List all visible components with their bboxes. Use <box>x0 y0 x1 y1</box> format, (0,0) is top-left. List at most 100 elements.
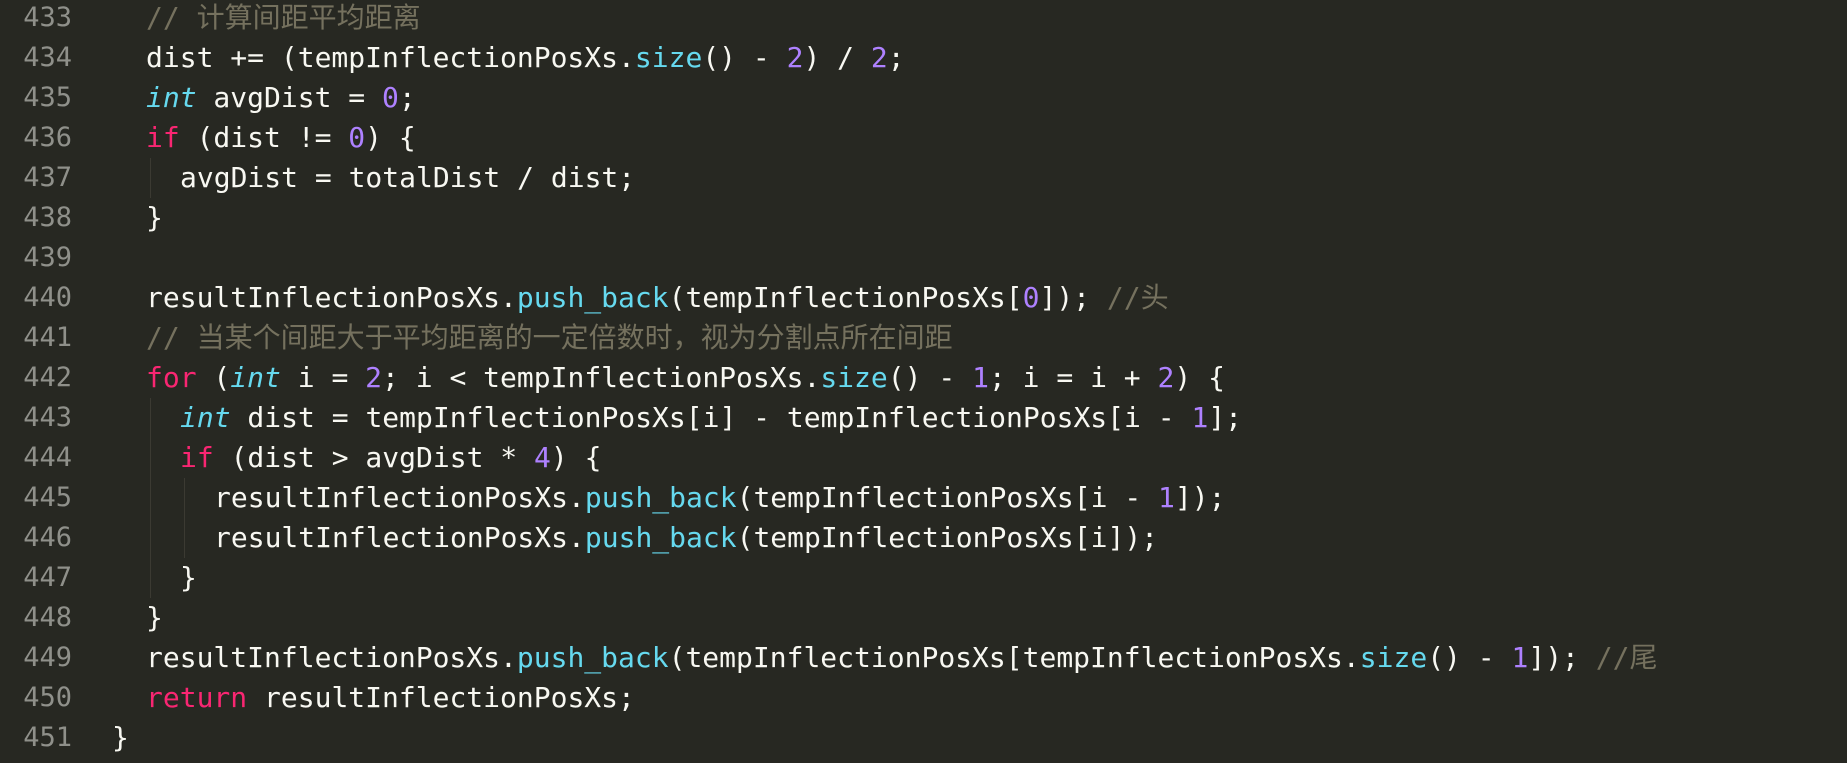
token-comment: //尾 <box>1595 641 1658 674</box>
code-text: int dist = tempInflectionPosXs[i] - temp… <box>180 398 1242 438</box>
token-number: 1 <box>1191 401 1209 434</box>
indent-guide <box>150 478 151 518</box>
token-func: push_back <box>516 641 669 674</box>
indent-guide <box>150 438 151 478</box>
token-plain: } <box>112 721 129 754</box>
code-line[interactable]: 435 int avgDist = 0; <box>0 78 1847 118</box>
indent-guide <box>184 478 185 518</box>
line-number: 444 <box>23 442 72 473</box>
code-text: } <box>112 718 129 758</box>
code-editor[interactable]: 433 // 计算间距平均距离 434 dist += (tempInflection… <box>0 0 1847 763</box>
code-line[interactable]: 441 // 当某个间距大于平均距离的一定倍数时，视为分割点所在间距 <box>0 318 1847 358</box>
token-plain: (dist > avgDist * <box>213 441 535 474</box>
line-number: 450 <box>23 682 72 713</box>
code-line[interactable]: 442 for (int i = 2; i < tempInflectionPos… <box>0 358 1847 398</box>
code-text: avgDist = totalDist / dist; <box>180 158 635 198</box>
token-plain: resultInflectionPosXs. <box>214 521 585 554</box>
token-func: push_back <box>584 521 737 554</box>
code-text: } <box>146 198 163 238</box>
code-text: resultInflectionPosXs.push_back(tempInfl… <box>214 518 1158 558</box>
token-plain: ]; <box>1208 401 1243 434</box>
line-number: 435 <box>23 82 72 113</box>
token-number: 2 <box>365 361 383 394</box>
code-text: dist += (tempInflectionPosXs.size() - 2)… <box>146 38 905 78</box>
token-func: size <box>1359 641 1428 674</box>
token-plain: () - <box>887 361 973 394</box>
line-number: 451 <box>23 722 72 753</box>
token-number: 2 <box>786 41 804 74</box>
code-line[interactable]: 448} <box>0 598 1847 638</box>
code-text: } <box>146 598 163 638</box>
token-plain: resultInflectionPosXs. <box>146 281 517 314</box>
code-line[interactable]: 449 resultInflectionPosXs.push_back(tempI… <box>0 638 1847 678</box>
code-line[interactable]: 444 if (dist > avgDist * 4) { <box>0 438 1847 478</box>
code-line[interactable]: 438} <box>0 198 1847 238</box>
token-plain: i = <box>280 361 366 394</box>
token-plain: () - <box>1427 641 1512 674</box>
token-number: 1 <box>972 361 989 394</box>
code-line[interactable]: 434 dist += (tempInflectionPosXs.size() -… <box>0 38 1847 78</box>
token-plain: () - <box>702 41 787 74</box>
line-number: 442 <box>23 362 72 393</box>
code-line[interactable]: 445 resultInflectionPosXs.push_back(tempI… <box>0 478 1847 518</box>
code-text: int avgDist = 0; <box>146 78 416 118</box>
code-line[interactable]: 433 // 计算间距平均距离 <box>0 0 1847 38</box>
line-number: 448 <box>23 602 72 633</box>
token-plain: } <box>146 201 163 234</box>
token-plain: dist += (tempInflectionPosXs. <box>146 41 635 74</box>
token-plain: ]); <box>1039 281 1107 314</box>
token-plain: (tempInflectionPosXs[ <box>668 281 1023 314</box>
code-text: if (dist > avgDist * 4) { <box>180 438 601 478</box>
token-plain: } <box>180 561 197 594</box>
token-plain: (dist != <box>179 121 349 154</box>
token-type: int <box>146 81 197 114</box>
token-comment: // 当某个间距大于平均距离的一定倍数时，视为分割点所在间距 <box>146 321 953 354</box>
line-number: 439 <box>23 242 72 273</box>
token-keyword: if <box>180 441 214 474</box>
indent-guide <box>184 518 185 558</box>
code-line[interactable]: 440 resultInflectionPosXs.push_back(tempI… <box>0 278 1847 318</box>
code-text: resultInflectionPosXs.push_back(tempInfl… <box>146 638 1658 678</box>
indent-guide <box>150 518 151 558</box>
token-number: 0 <box>1022 281 1040 314</box>
token-number: 1 <box>1511 641 1529 674</box>
line-number: 434 <box>23 42 72 73</box>
token-plain: ; i = i + <box>988 361 1158 394</box>
token-keyword: for <box>146 361 197 394</box>
token-type: int <box>180 401 231 434</box>
code-line[interactable]: 437 avgDist = totalDist / dist; <box>0 158 1847 198</box>
token-plain: resultInflectionPosXs; <box>247 681 635 714</box>
line-number: 443 <box>23 402 72 433</box>
code-line[interactable]: 439 <box>0 238 1847 278</box>
token-func: size <box>820 361 888 394</box>
token-func: size <box>634 41 703 74</box>
token-comment: //头 <box>1106 281 1169 314</box>
token-plain: ; <box>887 41 905 74</box>
token-plain: dist = tempInflectionPosXs[i] - tempInfl… <box>230 401 1192 434</box>
code-text: if (dist != 0) { <box>146 118 416 158</box>
code-line[interactable]: 447} <box>0 558 1847 598</box>
code-text: for (int i = 2; i < tempInflectionPosXs.… <box>146 358 1225 398</box>
token-number: 2 <box>1157 361 1175 394</box>
token-number: 2 <box>870 41 888 74</box>
indent-guide <box>150 558 151 598</box>
code-line[interactable]: 436 if (dist != 0) { <box>0 118 1847 158</box>
token-plain: ; i < tempInflectionPosXs. <box>382 361 821 394</box>
code-text: return resultInflectionPosXs; <box>146 678 635 718</box>
token-keyword: return <box>146 681 248 714</box>
code-line[interactable]: 450 return resultInflectionPosXs; <box>0 678 1847 718</box>
code-line[interactable]: 451} <box>0 718 1847 758</box>
token-type: int <box>230 361 281 394</box>
token-plain: ) { <box>550 441 602 474</box>
line-number: 445 <box>23 482 72 513</box>
token-plain: } <box>146 601 163 634</box>
code-line[interactable]: 443 int dist = tempInflectionPosXs[i] - t… <box>0 398 1847 438</box>
token-plain: (tempInflectionPosXs[i - <box>736 481 1159 514</box>
token-plain: avgDist = totalDist / dist; <box>180 161 636 194</box>
token-plain: ) / <box>803 41 871 74</box>
code-line[interactable]: 446 resultInflectionPosXs.push_back(tempI… <box>0 518 1847 558</box>
token-plain: ; <box>398 81 416 114</box>
indent-guide <box>150 158 151 198</box>
token-plain: (tempInflectionPosXs[tempInflectionPosXs… <box>668 641 1360 674</box>
token-comment: // 计算间距平均距离 <box>146 1 421 34</box>
